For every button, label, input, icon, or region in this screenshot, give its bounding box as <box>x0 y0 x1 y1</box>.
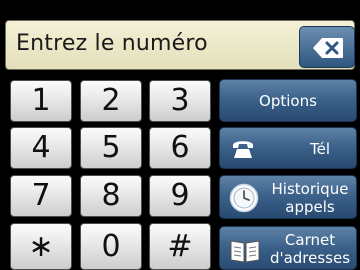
number-entry-field[interactable]: Entrez le numéro <box>5 20 355 70</box>
key-7[interactable]: 7 <box>10 175 72 217</box>
call-history-button[interactable]: Historique appels <box>219 175 357 219</box>
key-2[interactable]: 2 <box>80 80 142 122</box>
options-label: Options <box>259 92 317 110</box>
key-9[interactable]: 9 <box>149 175 211 217</box>
address-book-label-line1: Carnet <box>284 231 336 249</box>
key-star[interactable]: ∗ <box>10 223 72 270</box>
entry-placeholder: Entrez le numéro <box>16 31 208 56</box>
address-book-icon <box>230 240 260 263</box>
key-hash[interactable]: # <box>149 223 211 270</box>
backspace-icon <box>313 38 343 58</box>
keypad: 1 2 3 4 5 6 7 8 9 ∗ 0 # <box>0 78 220 270</box>
phone-icon <box>233 141 253 158</box>
call-history-label-line1: Historique <box>271 180 349 198</box>
key-4[interactable]: 4 <box>10 127 72 169</box>
tel-button[interactable]: Tél <box>219 127 357 169</box>
address-book-label-line2: d'adresses <box>269 249 351 267</box>
address-book-button[interactable]: Carnet d'adresses <box>219 226 357 270</box>
clock-icon <box>229 183 259 213</box>
tel-label: Tél <box>309 140 330 158</box>
key-0[interactable]: 0 <box>80 223 142 270</box>
key-5[interactable]: 5 <box>80 127 142 169</box>
options-button[interactable]: Options <box>219 79 357 122</box>
key-1[interactable]: 1 <box>10 80 72 122</box>
key-6[interactable]: 6 <box>149 127 211 169</box>
backspace-button[interactable] <box>299 26 355 68</box>
key-3[interactable]: 3 <box>149 80 211 122</box>
number-entry-bar: Entrez le numéro <box>0 17 360 73</box>
call-history-label-line2: appels <box>285 198 335 216</box>
key-8[interactable]: 8 <box>80 175 142 217</box>
